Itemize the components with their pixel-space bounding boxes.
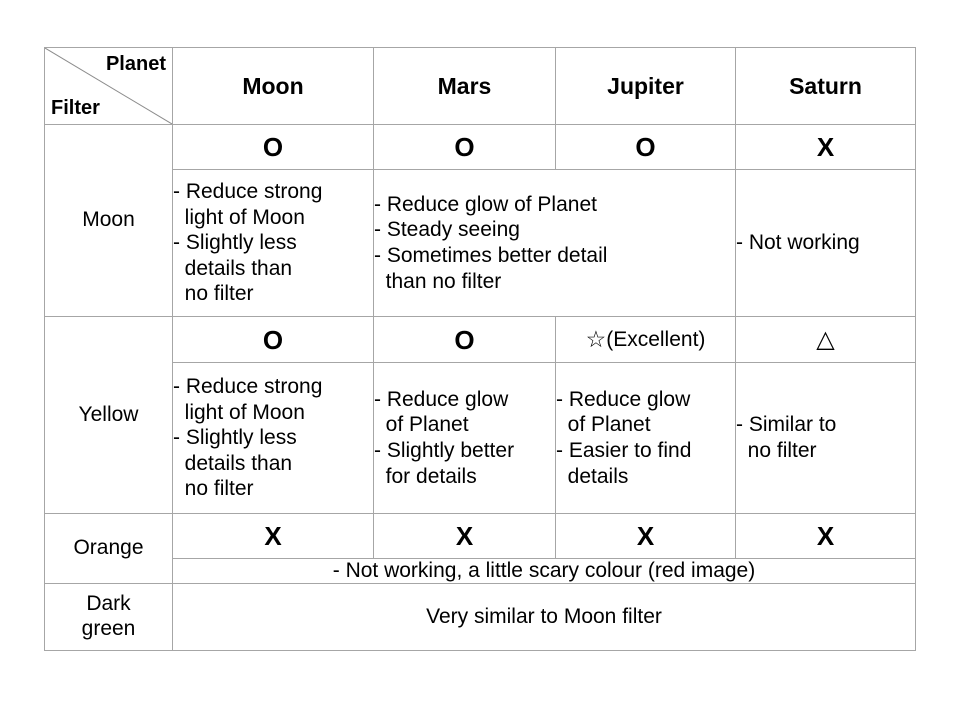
note-line: no filter [173, 477, 254, 501]
note-list: - Not working [736, 230, 915, 256]
star-icon: ☆ [585, 326, 607, 352]
note-orange-all: - Not working, a little scary colour (re… [172, 558, 916, 584]
note-line: light of Moon [173, 205, 305, 229]
row-label-orange-filter: Orange [44, 513, 173, 584]
note-line: - Reduce strong [173, 179, 323, 203]
note-yellow-jupiter: - Reduce glow of Planet - Easier to find… [555, 362, 736, 514]
note-line: - Easier to find [556, 439, 692, 462]
note-line: than no filter [374, 269, 502, 293]
note-yellow-moon: - Reduce strong light of Moon - Slightly… [172, 362, 374, 514]
note-line: for details [374, 464, 477, 488]
slide-canvas: Planet Filter Moon Mars Jupiter Saturn M… [0, 0, 960, 720]
column-header-jupiter: Jupiter [555, 47, 736, 125]
note-line: no filter [736, 439, 817, 462]
note-yellow-mars: - Reduce glow of Planet - Slightly bette… [373, 362, 556, 514]
table-header-row: Planet Filter Moon Mars Jupiter Saturn [44, 47, 916, 125]
note-yellow-saturn: - Similar to no filter [735, 362, 916, 514]
note-list: - Reduce glow of Planet - Steady seeing … [374, 192, 735, 294]
note-line: no filter [173, 282, 254, 306]
planet-filter-comparison-table: Planet Filter Moon Mars Jupiter Saturn M… [44, 47, 916, 651]
rating-orange-moon: X [172, 513, 374, 559]
note-line: light of Moon [173, 400, 305, 424]
note-line: - Slightly less [173, 231, 297, 255]
note-moon-saturn: - Not working [735, 169, 916, 317]
rating-yellow-mars: O [373, 316, 556, 363]
row-label-line2: green [81, 617, 136, 640]
note-line: of Planet [556, 413, 651, 437]
rating-moon-moon: O [172, 124, 374, 170]
row-dark-green: Dark green Very similar to Moon filter [44, 583, 916, 651]
row-label-moon-filter: Moon [44, 124, 173, 317]
note-line: - Not working [736, 231, 860, 255]
column-header-mars: Mars [373, 47, 556, 125]
rating-moon-saturn: X [735, 124, 916, 170]
column-header-saturn: Saturn [735, 47, 916, 125]
rating-moon-jupiter: O [555, 124, 736, 170]
column-header-moon: Moon [172, 47, 374, 125]
note-line: details [556, 464, 629, 488]
note-list: - Reduce strong light of Moon - Slightly… [173, 374, 373, 502]
note-line: - Reduce glow [556, 387, 691, 411]
row-orange-symbols: Orange X X X X [44, 513, 916, 584]
corner-header-cell: Planet Filter [44, 47, 173, 125]
row-label-dark-green-filter: Dark green [44, 583, 173, 651]
note-line: - Similar to [736, 413, 837, 437]
row-yellow-symbols: Yellow O O ☆(Excellent) △ [44, 316, 916, 514]
rating-yellow-jupiter: ☆(Excellent) [555, 316, 736, 363]
note-line: - Steady seeing [374, 218, 520, 242]
row-label-line1: Dark [86, 592, 131, 616]
note-line: details than [173, 451, 293, 475]
rating-yellow-moon: O [172, 316, 374, 363]
row-label-yellow-filter: Yellow [44, 316, 173, 514]
note-dark-green-all: Very similar to Moon filter [172, 583, 916, 651]
corner-planet-label: Planet [105, 53, 166, 75]
note-list: - Reduce glow of Planet - Slightly bette… [374, 387, 555, 489]
row-moon-notes: - Reduce strong light of Moon - Slightly… [45, 169, 916, 317]
note-list: - Reduce glow of Planet - Easier to find… [556, 387, 735, 489]
note-line: - Sometimes better detail [374, 244, 608, 267]
note-moon-moon: - Reduce strong light of Moon - Slightly… [172, 169, 374, 317]
note-line: - Reduce strong [173, 374, 323, 398]
note-line: - Reduce glow [374, 387, 509, 411]
row-orange-note: - Not working, a little scary colour (re… [45, 558, 916, 584]
note-line: of Planet [374, 413, 469, 437]
rating-orange-jupiter: X [555, 513, 736, 559]
note-moon-mars-jupiter: - Reduce glow of Planet - Steady seeing … [373, 169, 736, 317]
rating-orange-saturn: X [735, 513, 916, 559]
note-list: - Similar to no filter [736, 412, 915, 463]
rating-yellow-jupiter-text: (Excellent) [606, 328, 706, 351]
rating-orange-mars: X [373, 513, 556, 559]
row-moon-symbols: Moon O O O X [44, 124, 916, 317]
rating-yellow-saturn: △ [735, 316, 916, 363]
note-line: - Slightly less [173, 426, 297, 450]
corner-filter-label: Filter [51, 97, 100, 119]
rating-moon-mars: O [373, 124, 556, 170]
note-list: - Reduce strong light of Moon - Slightly… [173, 179, 373, 307]
note-line: - Reduce glow of Planet [374, 192, 597, 216]
note-line: - Slightly better [374, 439, 515, 462]
row-yellow-notes: - Reduce strong light of Moon - Slightly… [45, 362, 916, 514]
note-line: details than [173, 256, 293, 280]
